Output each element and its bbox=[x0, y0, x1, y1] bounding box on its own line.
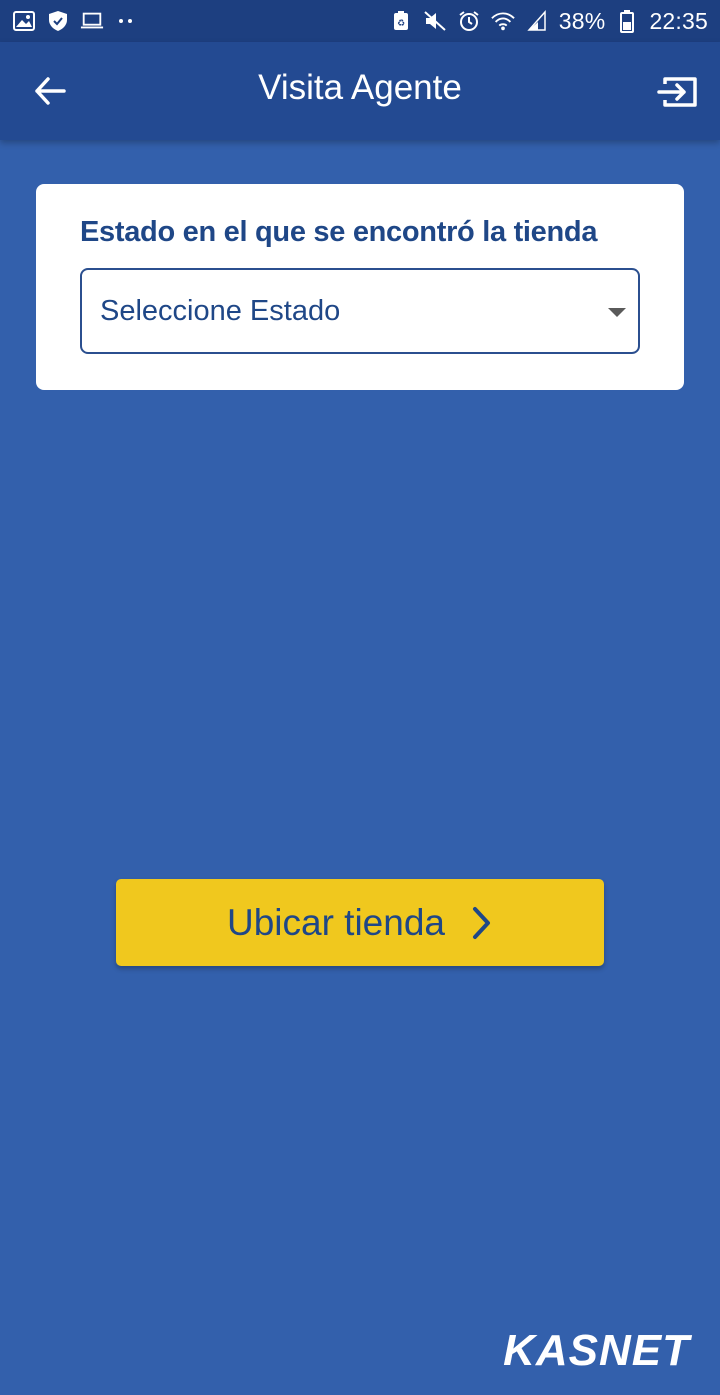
page-title: Visita Agente bbox=[258, 68, 462, 107]
store-state-select[interactable]: Seleccione Estado bbox=[80, 268, 640, 354]
status-right-icons: ♻ 38% 22:35 bbox=[389, 8, 708, 35]
battery-icon bbox=[615, 9, 639, 33]
clock: 22:35 bbox=[649, 7, 708, 34]
data-saver-icon: ♻ bbox=[389, 9, 413, 33]
locate-store-label: Ubicar tienda bbox=[226, 901, 445, 943]
store-state-select-value: Seleccione Estado bbox=[100, 294, 341, 327]
laptop-icon bbox=[80, 9, 104, 33]
locate-store-button[interactable]: Ubicar tienda bbox=[116, 879, 604, 966]
exit-button[interactable] bbox=[656, 70, 700, 114]
svg-text:♻: ♻ bbox=[397, 19, 405, 29]
status-bar: ♻ 38% 22:35 bbox=[0, 0, 720, 42]
kasnet-logo: KASNET bbox=[503, 1326, 690, 1375]
store-state-card: Estado en el que se encontró la tienda S… bbox=[36, 184, 684, 390]
wifi-icon bbox=[491, 9, 515, 33]
gallery-icon bbox=[12, 9, 36, 33]
status-left-icons bbox=[12, 9, 138, 33]
mute-icon bbox=[423, 9, 447, 33]
more-dots-icon bbox=[114, 9, 138, 33]
caret-down-icon bbox=[608, 308, 626, 317]
exit-icon bbox=[657, 77, 697, 107]
battery-percent: 38% bbox=[558, 7, 606, 34]
shield-icon bbox=[46, 9, 70, 33]
signal-icon bbox=[525, 9, 549, 33]
app-bar: Visita Agente bbox=[0, 42, 720, 140]
alarm-icon bbox=[457, 9, 481, 33]
store-state-label: Estado en el que se encontró la tienda bbox=[80, 216, 598, 248]
chevron-right-icon bbox=[471, 906, 493, 940]
